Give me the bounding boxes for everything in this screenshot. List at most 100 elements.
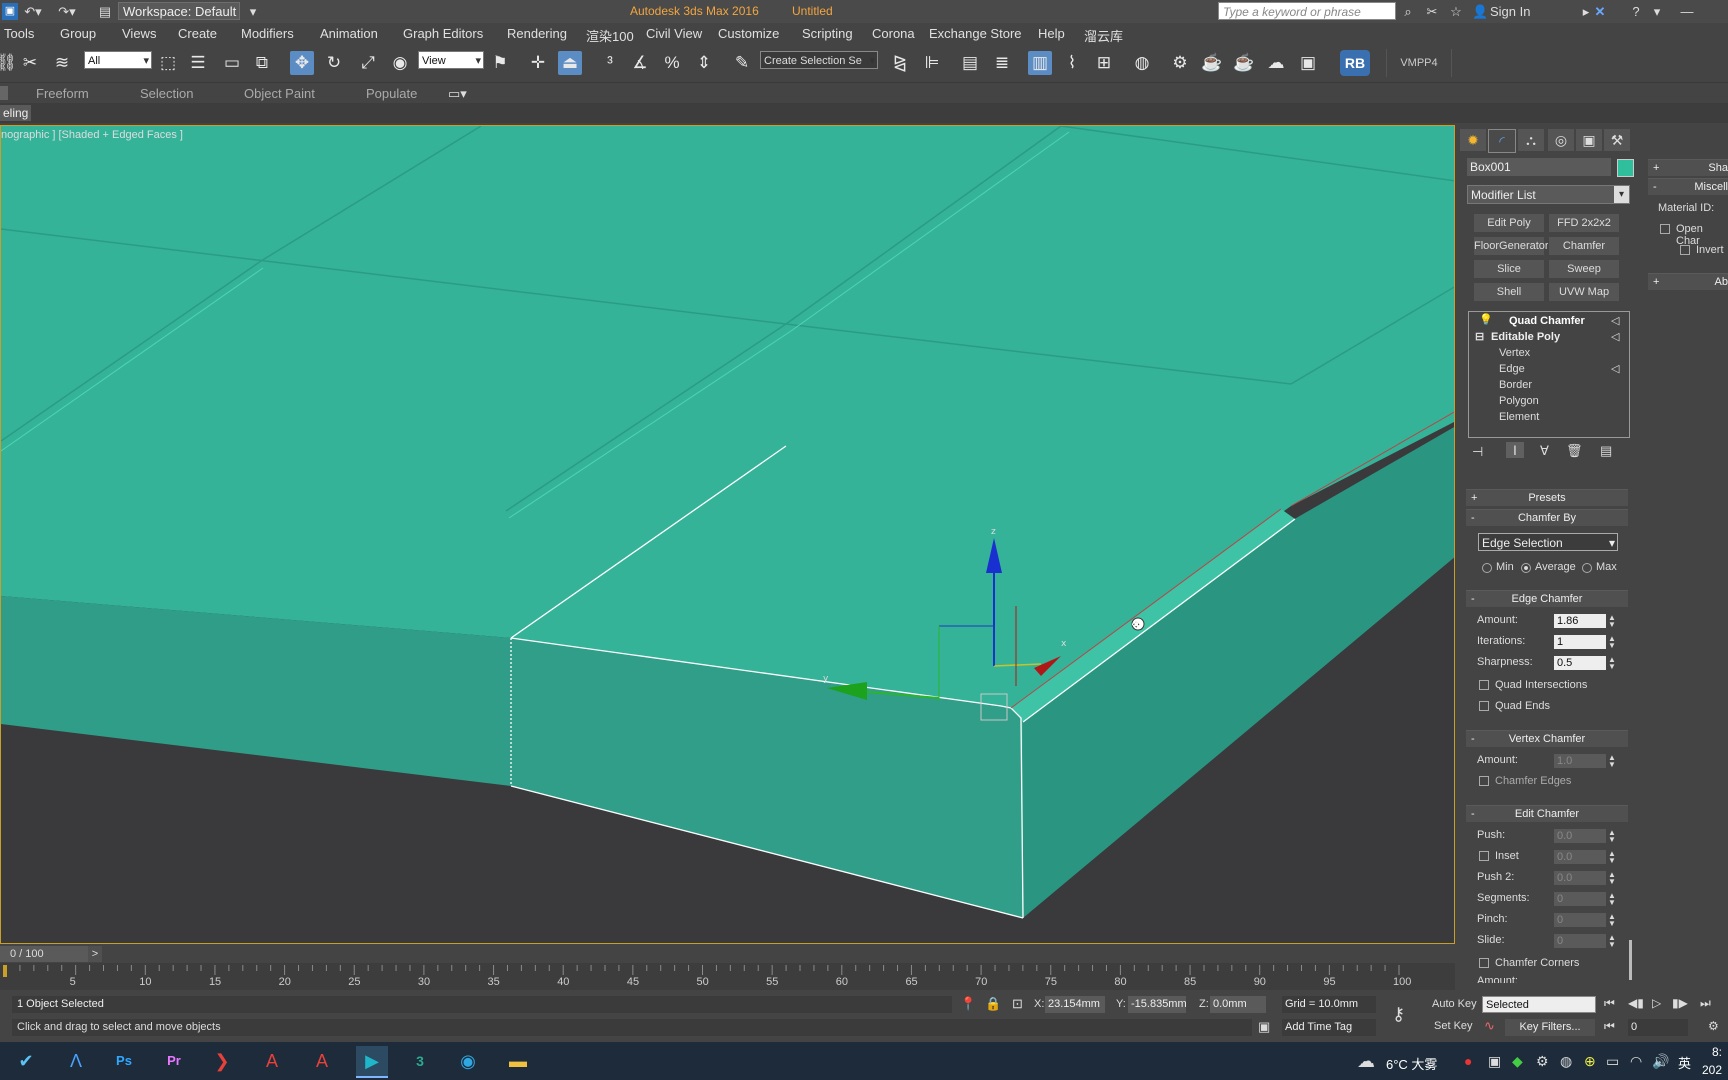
select-object-icon[interactable]: ⬚ <box>156 51 180 75</box>
inset-spinner[interactable]: 0.0 <box>1554 850 1606 864</box>
angle-snap-icon[interactable]: ∡ <box>628 51 652 75</box>
go-to-start-icon[interactable]: ⏮ <box>1604 996 1615 1011</box>
object-color-swatch[interactable] <box>1617 159 1634 177</box>
absolute-mode-icon[interactable]: ⊡ <box>1012 996 1023 1012</box>
ribbon-tab-freeform[interactable]: Freeform <box>36 86 89 101</box>
menu-exchange-store[interactable]: Exchange Store <box>929 26 1022 41</box>
menu-render100[interactable]: 渲染100 <box>586 26 634 45</box>
vmpp-button[interactable]: VMPP4 <box>1386 49 1452 77</box>
rollout-presets[interactable]: + Presets <box>1466 489 1628 506</box>
object-name-field[interactable]: Box001 <box>1467 158 1611 176</box>
z-coordinate-field[interactable]: 0.0mm <box>1210 996 1266 1013</box>
weather-cloud-icon[interactable]: ☁ <box>1354 1046 1378 1076</box>
iterations-spinner[interactable]: 1 <box>1554 635 1606 649</box>
mod-button-ffd[interactable]: FFD 2x2x2 <box>1548 213 1620 233</box>
snaps-toggle-icon[interactable]: ³ <box>598 51 622 75</box>
stack-subobject-edge-visibility-icon[interactable]: ◁ <box>1611 362 1619 375</box>
mod-button-shell[interactable]: Shell <box>1473 282 1545 302</box>
tray-app-icon[interactable]: ▣ <box>1488 1053 1501 1070</box>
show-end-result-icon[interactable]: I <box>1506 442 1524 458</box>
tray-sync-icon[interactable]: ◍ <box>1560 1053 1572 1070</box>
subscription-icon[interactable]: ✂ <box>1424 3 1440 20</box>
render-setup-icon[interactable]: ⚙ <box>1168 51 1192 75</box>
previous-frame-icon[interactable]: ◀▮ <box>1628 996 1644 1010</box>
mod-button-uvw-map[interactable]: UVW Map <box>1548 282 1620 302</box>
spinner-arrows-icon[interactable]: ▲ ▼ <box>1607 614 1617 629</box>
spinner-arrows-icon[interactable]: ▲ ▼ <box>1607 871 1617 886</box>
play-icon[interactable]: ▷ <box>1652 996 1661 1010</box>
edge-amount-spinner[interactable]: 1.86 <box>1554 614 1606 628</box>
remove-modifier-icon[interactable]: 🗑 <box>1566 443 1583 459</box>
key-mode-dropdown[interactable]: Selected <box>1482 996 1596 1013</box>
time-slider[interactable]: 0 / 100 > <box>0 945 1455 963</box>
pinch-spinner[interactable]: 0 <box>1554 913 1606 927</box>
material-editor-icon[interactable]: ◍ <box>1130 51 1154 75</box>
spinner-arrows-icon[interactable]: ▲ ▼ <box>1607 635 1617 650</box>
help-icon[interactable]: ? <box>1628 3 1644 20</box>
inset-checkbox[interactable] <box>1479 851 1489 861</box>
sign-in-link[interactable]: Sign In <box>1490 3 1550 20</box>
spinner-arrows-icon[interactable]: ▲ ▼ <box>1607 754 1617 769</box>
workspace-menu-icon[interactable]: ▾ <box>246 3 260 20</box>
mod-button-edit-poly[interactable]: Edit Poly <box>1473 213 1545 233</box>
taskbar-3dsmax-alt-icon[interactable]: 3 <box>404 1046 436 1076</box>
taskbar-edge-icon[interactable]: ◉ <box>452 1046 484 1076</box>
layer-explorer-icon[interactable]: ≣ <box>990 51 1014 75</box>
mod-button-slice[interactable]: Slice <box>1473 259 1545 279</box>
help-dropdown-icon[interactable]: ▾ <box>1650 3 1664 20</box>
time-tag-icon[interactable]: ▣ <box>1258 1019 1270 1035</box>
light-bulb-icon[interactable]: 💡 <box>1479 313 1493 326</box>
tray-plus-icon[interactable]: ⊕ <box>1584 1053 1596 1070</box>
tray-network-icon[interactable]: ⚙ <box>1536 1053 1549 1070</box>
menu-civil-view[interactable]: Civil View <box>646 26 702 41</box>
viewport-scene[interactable]: z y x ✥ <box>1 126 1455 944</box>
y-coordinate-field[interactable]: -15.835mm <box>1128 996 1187 1013</box>
radio-min[interactable] <box>1482 563 1492 573</box>
selection-filter-dropdown[interactable]: All <box>84 51 152 70</box>
stack-item-editable-poly[interactable]: Editable Poly <box>1491 331 1560 343</box>
make-unique-icon[interactable]: ∀ <box>1540 443 1549 459</box>
ime-indicator[interactable]: 英 <box>1678 1053 1691 1072</box>
select-scale-icon[interactable]: ⤢ <box>356 51 380 75</box>
menu-scripting[interactable]: Scripting <box>802 26 853 41</box>
clock-date[interactable]: 202 <box>1702 1063 1722 1077</box>
key-mode-toggle-icon[interactable]: ⏮ <box>1604 1019 1615 1034</box>
render-production-icon[interactable]: ☕ <box>1232 51 1256 75</box>
binoculars-icon[interactable]: ⌕ <box>1400 3 1416 20</box>
stack-subobject-border[interactable]: Border <box>1499 379 1532 391</box>
spinner-arrows-icon[interactable]: ▲ ▼ <box>1607 892 1617 907</box>
menu-corona[interactable]: Corona <box>872 26 915 41</box>
menu-liuyunku[interactable]: 溜云库 <box>1084 26 1123 45</box>
menu-rendering[interactable]: Rendering <box>507 26 567 41</box>
set-key-icon[interactable]: ⚷ <box>1392 1004 1405 1025</box>
ribbon-tab-selection[interactable]: Selection <box>140 86 193 101</box>
push2-spinner[interactable]: 0.0 <box>1554 871 1606 885</box>
utilities-tab-icon[interactable]: ⚒ <box>1604 129 1630 151</box>
weather-text[interactable]: 6°C 大雾 <box>1386 1054 1437 1073</box>
stack-subobject-polygon[interactable]: Polygon <box>1499 395 1539 407</box>
rendered-frame-window-icon[interactable]: ☕ <box>1200 51 1224 75</box>
track-bar[interactable]: 5 10 15 20 25 30 35 40 45 50 55 60 65 70 75 80 85 90 95 100 <box>0 963 1455 990</box>
mod-button-floorgenerator[interactable]: FloorGenerator <box>1473 236 1549 256</box>
taskbar-explorer-icon[interactable]: ▬ <box>502 1046 534 1076</box>
minimize-icon[interactable]: — <box>1676 3 1698 20</box>
stack-expand-icon[interactable]: ⊟ <box>1475 330 1484 343</box>
menu-create[interactable]: Create <box>178 26 217 41</box>
display-tab-icon[interactable]: ▣ <box>1576 129 1602 151</box>
spinner-snap-icon[interactable]: ⇕ <box>692 51 716 75</box>
rollout-misc[interactable]: - Miscell <box>1648 178 1728 195</box>
radio-max[interactable] <box>1582 563 1592 573</box>
motion-tab-icon[interactable]: ◎ <box>1548 129 1574 151</box>
hierarchy-tab-icon[interactable]: ⛬ <box>1518 129 1544 151</box>
selection-lock-icon[interactable]: 🔒 <box>985 996 1001 1012</box>
toggle-ribbon-icon[interactable]: ▥ <box>1028 51 1052 75</box>
taskbar-autocad-icon[interactable]: A <box>256 1046 288 1076</box>
curve-editor-icon[interactable]: ⌇ <box>1060 51 1084 75</box>
reference-coord-dropdown[interactable]: View <box>418 51 484 70</box>
next-frame-icon[interactable]: ▮▶ <box>1672 996 1688 1010</box>
ribbon-options-icon[interactable]: ▭▾ <box>448 86 467 102</box>
project-icon[interactable]: ▤ <box>96 3 114 20</box>
go-to-end-icon[interactable]: ⏭ <box>1700 996 1711 1011</box>
undo-icon[interactable]: ↶▾ <box>22 3 44 20</box>
tray-nvidia-icon[interactable]: ◆ <box>1512 1053 1523 1070</box>
